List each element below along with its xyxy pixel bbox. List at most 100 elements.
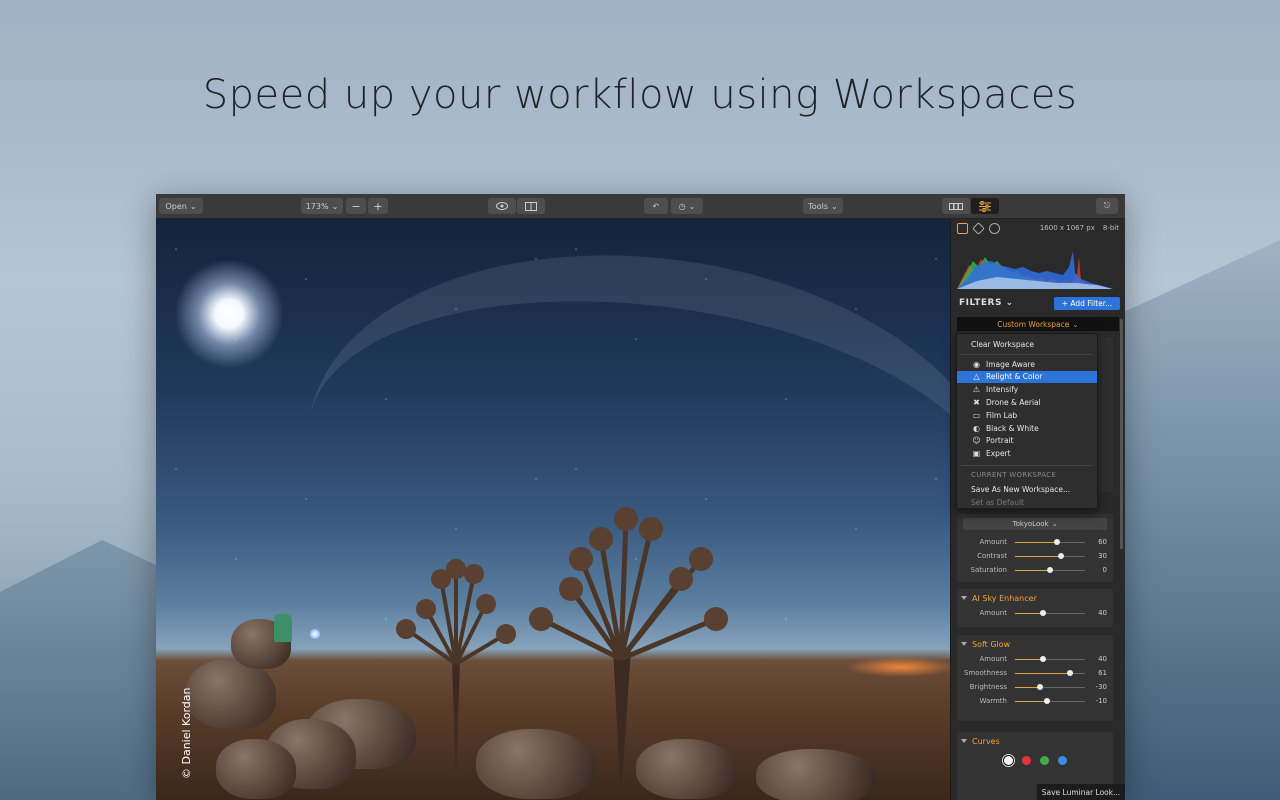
workspace-item-label: Relight & Color [986,372,1043,382]
filters-menu[interactable]: FILTERS ⌄ [959,298,1014,308]
undo-button[interactable]: ↶ [644,198,668,214]
tools-button[interactable]: Tools ⌄ [803,198,843,214]
slider-value: 61 [1098,669,1107,677]
filters-panel-button[interactable] [971,198,999,214]
save-look-button[interactable]: Save Luminar Look... [1037,784,1125,800]
chevron-down-icon: ⌄ [1005,298,1014,308]
clock-icon: ◷ [678,201,686,211]
horizon-glow [846,657,950,677]
slider-fill [1015,556,1061,557]
slider-label: Brightness [969,683,1007,691]
workspace-item[interactable]: ⚠ Intensify [957,384,1097,396]
slider-handle[interactable] [1036,684,1043,690]
set-default-item[interactable]: Set as Default [957,496,1097,508]
slider-value: -30 [1095,683,1107,691]
curve-channel-dot[interactable] [1021,756,1031,765]
workspace-item-label: Image Aware [986,359,1035,369]
headline: Speed up your workflow using Workspaces [202,72,1078,118]
curve-channel-dot[interactable] [1039,756,1049,765]
compare-button[interactable] [517,198,545,214]
slider-handle[interactable] [1054,539,1060,545]
workspace-item[interactable]: ✖ Drone & Aerial [957,396,1097,408]
slider-value: -10 [1095,697,1107,705]
clear-workspace-item[interactable]: Clear Workspace [957,338,1097,350]
slider-track[interactable] [1015,656,1085,662]
slider-label: Saturation [970,566,1008,574]
slider-track[interactable] [1015,670,1085,676]
share-button[interactable]: ⎋ [1096,198,1118,214]
slider-fill [1015,613,1043,614]
soft-glow-header[interactable]: Soft Glow [957,635,1113,653]
workspace-item[interactable]: ▭ Film Lab [957,409,1097,421]
curve-channel-dot[interactable] [1003,756,1013,765]
slider-track[interactable] [1015,684,1085,690]
slider-handle[interactable] [1047,567,1053,573]
open-button[interactable]: Open ⌄ [159,198,203,214]
panel-scrollbar[interactable] [1120,319,1123,549]
histogram [957,251,1113,289]
add-filter-button[interactable]: + Add Filter... [1054,297,1120,310]
history-button[interactable]: ◷ ⌄ [671,198,703,214]
workspace-dropdown: Clear Workspace ◉ Image Aware △ Relight & C… [956,333,1098,509]
slider-handle[interactable] [1040,610,1046,616]
preview-button[interactable] [488,198,516,214]
zoom-select[interactable]: 173% ⌄ [301,198,343,214]
curves-header[interactable]: Curves [957,732,1113,750]
ai-sky-section: AI Sky Enhancer Amount 40 [957,589,1113,627]
chevron-down-icon: ⌄ [189,201,197,211]
slider-value: 40 [1098,609,1107,617]
workspace-item[interactable]: ◐ Black & White [957,422,1097,434]
zoom-out-button[interactable]: − [346,198,366,214]
face-icon: ☺ [972,436,981,446]
rock [636,739,736,799]
background-mountain-right [1110,240,1280,800]
workspace-item[interactable]: ▣ Expert [957,448,1097,460]
info-icon[interactable] [989,223,1000,234]
slider-fill [1015,687,1040,688]
workspace-item[interactable]: ☺ Portrait [957,435,1097,447]
slider-track[interactable] [1015,553,1085,559]
slider-track[interactable] [1015,567,1085,573]
slider-track[interactable] [1015,539,1085,545]
slider-handle[interactable] [1040,656,1046,662]
zoom-label: 173% [305,201,329,211]
photo-credit: © Daniel Kordan [180,687,193,779]
chevron-down-icon: ⌄ [1051,520,1058,528]
look-select[interactable]: TokyoLook ⌄ [963,518,1107,530]
slider-label: Smoothness [963,669,1007,677]
layers-icon[interactable] [972,222,985,235]
ai-sky-header[interactable]: AI Sky Enhancer [957,589,1113,607]
slider-handle[interactable] [1057,553,1064,559]
slider-track[interactable] [1015,698,1085,704]
slider-row: Warmth -10 [957,695,1113,709]
slider-track[interactable] [1015,610,1085,616]
rock [216,739,296,799]
undo-icon: ↶ [652,201,660,211]
ai-sky-sliders: Amount 40 [957,607,1113,621]
photo-canvas[interactable]: © Daniel Kordan [156,219,950,800]
background-mountain-left [0,540,170,800]
zoom-in-button[interactable]: + [368,198,388,214]
workspace-select[interactable]: Custom Workspace ⌄ [957,317,1119,331]
chevron-down-icon: ⌄ [331,201,339,211]
current-workspace-header: CURRENT WORKSPACE [971,471,1057,479]
slider-label: Contrast [977,552,1007,560]
slider-handle[interactable] [1043,698,1050,704]
slider-row: Contrast 30 [957,550,1113,564]
lantern [310,629,320,639]
image-icon[interactable] [957,223,968,234]
slider-fill [1015,659,1043,660]
save-new-workspace-item[interactable]: Save As New Workspace... [957,483,1097,495]
slider-fill [1015,701,1047,702]
filters-header: FILTERS ⌄ + Add Filter... [951,295,1125,313]
slider-handle[interactable] [1066,670,1073,676]
workspace-item[interactable]: ◉ Image Aware [957,358,1097,370]
workspace-label: Custom Workspace [997,319,1070,329]
curve-channel-dot[interactable] [1057,756,1067,765]
layout-button[interactable] [942,198,970,214]
menu-separator [961,465,1093,466]
soft-glow-sliders: Amount 40 Smoothness 61 Brightness -30 Warmth -… [957,653,1113,709]
slider-value: 0 [1102,566,1107,574]
workspace-item[interactable]: △ Relight & Color [957,370,1097,383]
slider-row: Saturation 0 [957,564,1113,578]
